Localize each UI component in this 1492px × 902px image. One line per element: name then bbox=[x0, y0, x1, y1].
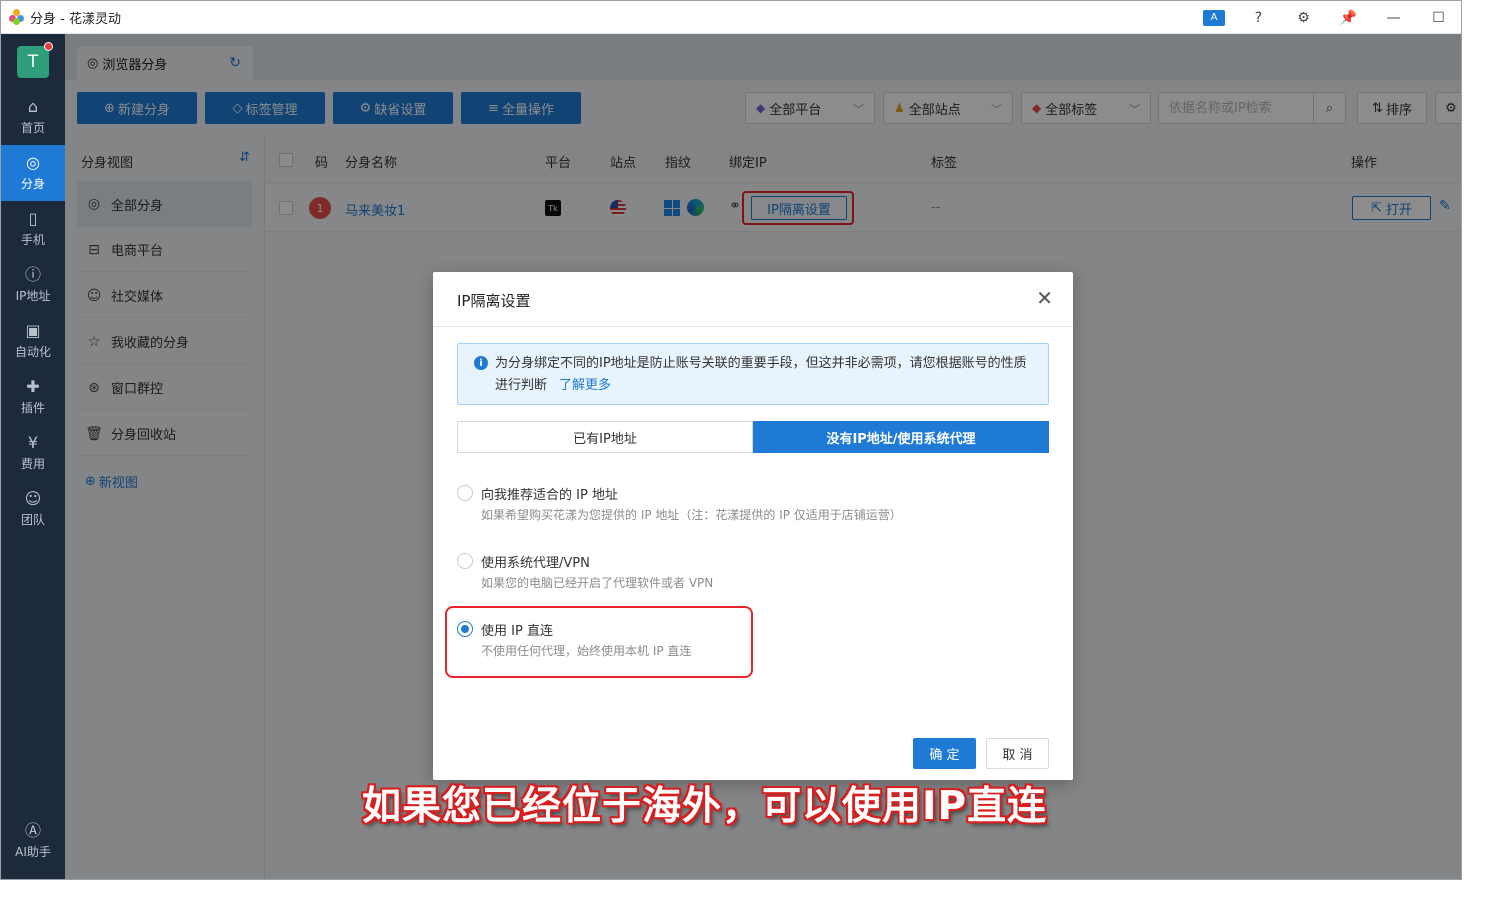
sidebar: T ⌂ 首页 ◎ 分身 ▯ 手机 ⓘ IP地址 ▣ 自动化 ✚ 插件 ¥ 费用 bbox=[1, 34, 65, 879]
app-logo-icon bbox=[9, 9, 25, 25]
dialog-title: IP隔离设置 bbox=[457, 292, 531, 310]
browser-icon: ◎ bbox=[26, 153, 40, 172]
ip-isolation-dialog: IP隔离设置 ✕ i 为分身绑定不同的IP地址是防止账号关联的重要手段，但这并非… bbox=[433, 272, 1073, 780]
nav-label: 自动化 bbox=[14, 345, 51, 359]
dialog-header: IP隔离设置 ✕ bbox=[433, 272, 1073, 327]
info-icon: i bbox=[474, 356, 488, 370]
nav-team[interactable]: ☺ 团队 bbox=[1, 481, 65, 537]
plugin-icon: ✚ bbox=[26, 377, 40, 396]
ip-mode-tabs: 已有IP地址 没有IP地址/使用系统代理 bbox=[457, 421, 1049, 453]
ip-icon: ⓘ bbox=[24, 265, 41, 284]
tab-existing-ip[interactable]: 已有IP地址 bbox=[457, 421, 753, 453]
translate-icon[interactable]: A bbox=[1203, 9, 1225, 26]
window-title: 分身 - 花漾灵动 bbox=[30, 11, 121, 27]
cancel-button[interactable]: 取 消 bbox=[986, 738, 1049, 769]
alert-text: 为分身绑定不同的IP地址是防止账号关联的重要手段，但这并非必需项，请您根据账号的… bbox=[495, 353, 1035, 397]
radio-button[interactable] bbox=[457, 553, 473, 569]
maximize-icon[interactable]: ☐ bbox=[1416, 1, 1461, 34]
robot-icon: ▣ bbox=[25, 321, 41, 340]
home-icon: ⌂ bbox=[27, 97, 39, 116]
pin-icon[interactable]: 📌 bbox=[1326, 1, 1371, 34]
settings-icon[interactable]: ⚙ bbox=[1281, 1, 1326, 34]
nav-label: 费用 bbox=[20, 457, 45, 471]
option-title: 向我推荐适合的 IP 地址 bbox=[481, 488, 618, 503]
tutorial-caption: 如果您已经位于海外，可以使用IP直连 bbox=[362, 784, 1048, 829]
nav-ai[interactable]: Ⓐ AI助手 bbox=[1, 813, 65, 869]
nav-automation[interactable]: ▣ 自动化 bbox=[1, 313, 65, 369]
nav-label: 手机 bbox=[20, 233, 45, 247]
minimize-icon[interactable]: — bbox=[1371, 1, 1416, 34]
option-description: 如果您的电脑已经开启了代理软件或者 VPN bbox=[481, 576, 714, 590]
info-alert: i 为分身绑定不同的IP地址是防止账号关联的重要手段，但这并非必需项，请您根据账… bbox=[457, 343, 1049, 405]
nav-label: IP地址 bbox=[15, 289, 51, 303]
option-description: 如果希望购买花漾为您提供的 IP 地址（注：花漾提供的 IP 仅适用于店铺运营） bbox=[481, 508, 902, 522]
ai-icon: Ⓐ bbox=[24, 821, 41, 840]
phone-icon: ▯ bbox=[28, 209, 38, 228]
close-icon[interactable]: ✕ bbox=[1036, 286, 1053, 310]
avatar[interactable]: T bbox=[17, 46, 49, 78]
nav-billing[interactable]: ¥ 费用 bbox=[1, 425, 65, 481]
nav-label: AI助手 bbox=[15, 845, 51, 859]
option-title: 使用系统代理/VPN bbox=[481, 556, 590, 571]
notification-dot bbox=[44, 42, 53, 51]
team-icon: ☺ bbox=[24, 489, 42, 508]
nav-label: 首页 bbox=[20, 121, 45, 135]
nav-home[interactable]: ⌂ 首页 bbox=[1, 89, 65, 145]
nav-phone[interactable]: ▯ 手机 bbox=[1, 201, 65, 257]
nav-ip[interactable]: ⓘ IP地址 bbox=[1, 257, 65, 313]
nav-profiles[interactable]: ◎ 分身 bbox=[1, 145, 65, 201]
nav-label: 插件 bbox=[20, 401, 45, 415]
nav-plugins[interactable]: ✚ 插件 bbox=[1, 369, 65, 425]
title-bar: 分身 - 花漾灵动 A ? ⚙ 📌 — ☐ bbox=[1, 1, 1461, 34]
learn-more-link[interactable]: 了解更多 bbox=[559, 378, 611, 393]
radio-button[interactable] bbox=[457, 485, 473, 501]
highlight-box bbox=[445, 606, 753, 678]
yen-icon: ¥ bbox=[27, 433, 39, 452]
help-icon[interactable]: ? bbox=[1236, 1, 1281, 34]
tab-no-ip-system-proxy[interactable]: 没有IP地址/使用系统代理 bbox=[753, 421, 1049, 453]
nav-label: 分身 bbox=[20, 177, 45, 191]
confirm-button[interactable]: 确 定 bbox=[913, 738, 976, 769]
nav-label: 团队 bbox=[20, 513, 45, 527]
